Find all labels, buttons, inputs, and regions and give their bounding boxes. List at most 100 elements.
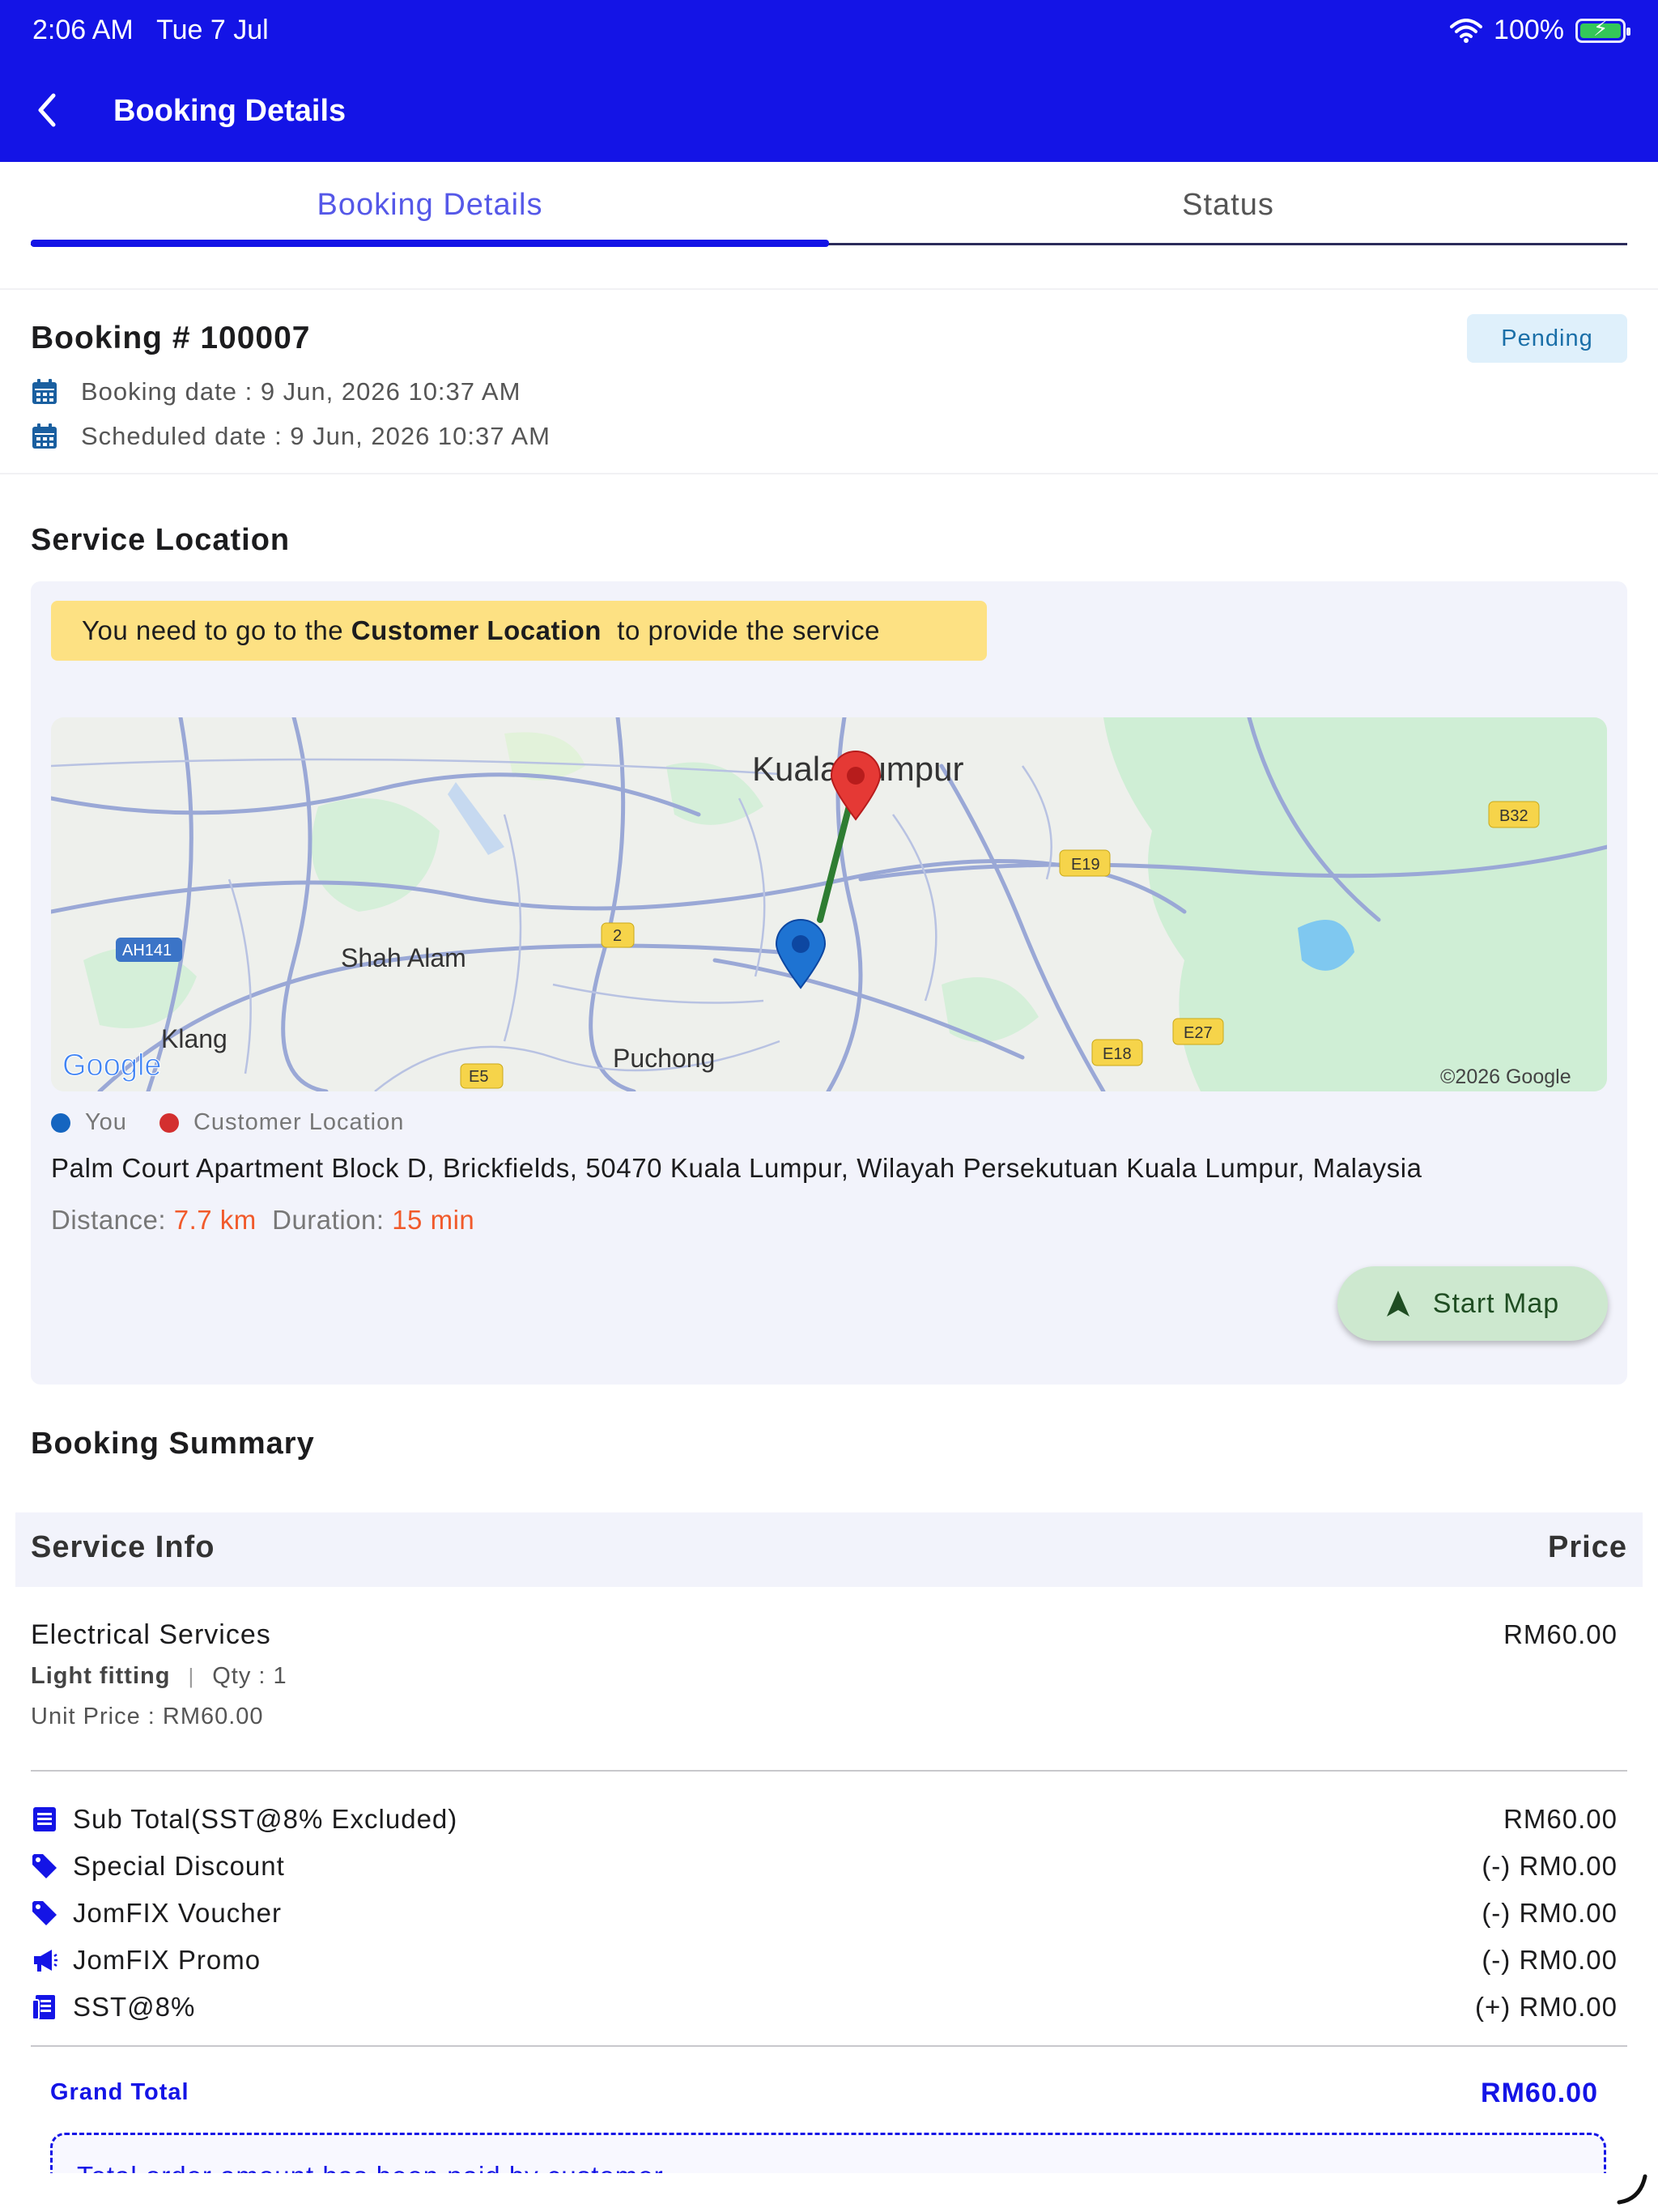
tax-receipt-icon [32, 1995, 55, 2020]
svg-text:2: 2 [613, 927, 622, 945]
booking-number: Booking # 100007 [31, 321, 311, 355]
battery-charging-icon [1575, 17, 1630, 43]
service-location-card: You need to go to the Customer Location … [31, 581, 1627, 1385]
summary-label: SST@8% [73, 1992, 196, 2022]
col-service-info: Service Info [31, 1530, 215, 1564]
notice-highlight: Customer Location [351, 615, 602, 645]
section-divider [0, 473, 1658, 474]
google-logo: Google [62, 1049, 162, 1083]
road-badge-b32: B32 [1488, 801, 1540, 828]
you-dot [51, 1112, 70, 1133]
variant-separator: | [188, 1664, 195, 1688]
map-label-shah-alam: Shah Alam [341, 943, 466, 972]
summary-label: JomFIX Voucher [73, 1898, 282, 1928]
tag-icon [32, 1854, 57, 1878]
battery-percent: 100% [1494, 15, 1564, 45]
tab-booking-details[interactable]: Booking Details [31, 162, 829, 248]
status-badge: Pending [1467, 314, 1627, 363]
tab-bar: Booking Details Status [31, 162, 1627, 248]
status-clock: 2:06 AM [32, 15, 134, 45]
route-map[interactable]: Kuala Lumpur Shah Alam Klang Puchong B32… [51, 717, 1607, 1091]
map-copyright: ©2026 Google [1440, 1066, 1571, 1088]
summary-amount: RM60.00 [1503, 1804, 1618, 1834]
distance-duration: Distance: 7.7 km Duration: 15 min [51, 1205, 474, 1236]
summary-amount: (-) RM0.00 [1482, 1898, 1618, 1928]
map-label-puchong: Puchong [613, 1044, 715, 1073]
booking-date: Booking date : 9 Jun, 2026 10:37 AM [81, 377, 521, 406]
summary-row-promo: JomFIX Promo (-) RM0.00 [31, 1940, 1618, 1980]
map-legend: You Customer Location [51, 1109, 404, 1136]
tag-icon [32, 1901, 57, 1925]
distance-label: Distance: [51, 1205, 174, 1235]
svg-text:B32: B32 [1499, 807, 1528, 825]
svg-text:E18: E18 [1103, 1045, 1132, 1063]
booking-summary-heading: Booking Summary [31, 1427, 315, 1461]
summary-amount: (-) RM0.00 [1482, 1945, 1618, 1975]
legend-customer: Customer Location [193, 1109, 405, 1135]
receipt-icon [33, 1807, 56, 1831]
svg-text:AH141: AH141 [122, 942, 172, 959]
start-map-label: Start Map [1432, 1287, 1560, 1319]
service-qty: Qty : 1 [212, 1663, 287, 1689]
start-map-button[interactable]: Start Map [1337, 1266, 1608, 1341]
section-divider [0, 288, 1658, 290]
scheduled-date: Scheduled date : 9 Jun, 2026 10:37 AM [81, 422, 551, 450]
calendar-icon [32, 379, 57, 404]
road-badge-e19: E19 [1059, 849, 1111, 877]
summary-amount: (-) RM0.00 [1482, 1851, 1618, 1881]
summary-row-voucher: JomFIX Voucher (-) RM0.00 [31, 1893, 1618, 1933]
notice-text: to provide the service [601, 615, 880, 645]
legend-you: You [85, 1109, 127, 1135]
megaphone-icon [34, 1950, 57, 1972]
svg-text:E5: E5 [469, 1068, 488, 1086]
screen-bottom-edge [0, 2173, 1658, 2212]
status-indicators: 100% [1450, 15, 1630, 46]
tab-status[interactable]: Status [829, 162, 1627, 248]
tab-active-indicator [31, 240, 829, 247]
location-notice: You need to go to the Customer Location … [51, 601, 987, 661]
map-label-klang: Klang [161, 1024, 227, 1053]
back-arrow-icon[interactable] [32, 91, 62, 130]
booking-date-row: Booking date : 9 Jun, 2026 10:37 AM [31, 377, 521, 406]
duration-value: 15 min [392, 1205, 475, 1235]
duration-label: Duration: [256, 1205, 393, 1235]
grand-total-label: Grand Total [50, 2079, 189, 2105]
loading-spinner-icon [1617, 2174, 1647, 2205]
svg-text:E27: E27 [1184, 1024, 1213, 1042]
divider [31, 1770, 1627, 1772]
summary-row-sst: SST@8% (+) RM0.00 [31, 1987, 1618, 2027]
scheduled-date-row: Scheduled date : 9 Jun, 2026 10:37 AM [31, 422, 551, 451]
wifi-icon [1450, 18, 1483, 43]
summary-amount: (+) RM0.00 [1475, 1992, 1618, 2022]
grand-total-value: RM60.00 [1481, 2078, 1598, 2108]
app-header: 2:06 AM Tue 7 Jul 100% Booking Details [0, 0, 1658, 162]
road-badge-ah141: AH141 [116, 938, 182, 962]
col-price: Price [1548, 1530, 1627, 1564]
notice-text: You need to go to the [82, 615, 351, 645]
customer-dot [159, 1112, 179, 1133]
status-time: 2:06 AM Tue 7 Jul [32, 15, 269, 46]
service-name: Electrical Services [31, 1619, 271, 1650]
service-location-heading: Service Location [31, 523, 291, 557]
summary-label: Special Discount [73, 1851, 285, 1881]
road-badge-2: 2 [601, 922, 635, 948]
service-table-header: Service Info Price [15, 1512, 1643, 1587]
status-date: Tue 7 Jul [156, 15, 269, 45]
service-address: Palm Court Apartment Block D, Brickfield… [51, 1153, 1422, 1183]
calendar-icon [32, 423, 57, 449]
service-variant: Light fitting [31, 1663, 171, 1689]
road-badge-e5: E5 [460, 1063, 504, 1089]
navigation-arrow-icon [1386, 1291, 1409, 1317]
distance-value: 7.7 km [173, 1205, 257, 1235]
unit-price: Unit Price : RM60.00 [31, 1704, 264, 1729]
summary-label: JomFIX Promo [73, 1945, 261, 1975]
summary-row-subtotal: Sub Total(SST@8% Excluded) RM60.00 [31, 1799, 1618, 1840]
road-badge-e18: E18 [1091, 1039, 1143, 1066]
page-title: Booking Details [113, 94, 346, 128]
service-price: RM60.00 [1503, 1619, 1618, 1649]
divider [31, 2045, 1627, 2047]
svg-text:E19: E19 [1071, 856, 1100, 874]
summary-label: Sub Total(SST@8% Excluded) [73, 1804, 458, 1834]
summary-row-special-discount: Special Discount (-) RM0.00 [31, 1846, 1618, 1887]
road-badge-e27: E27 [1172, 1018, 1224, 1045]
